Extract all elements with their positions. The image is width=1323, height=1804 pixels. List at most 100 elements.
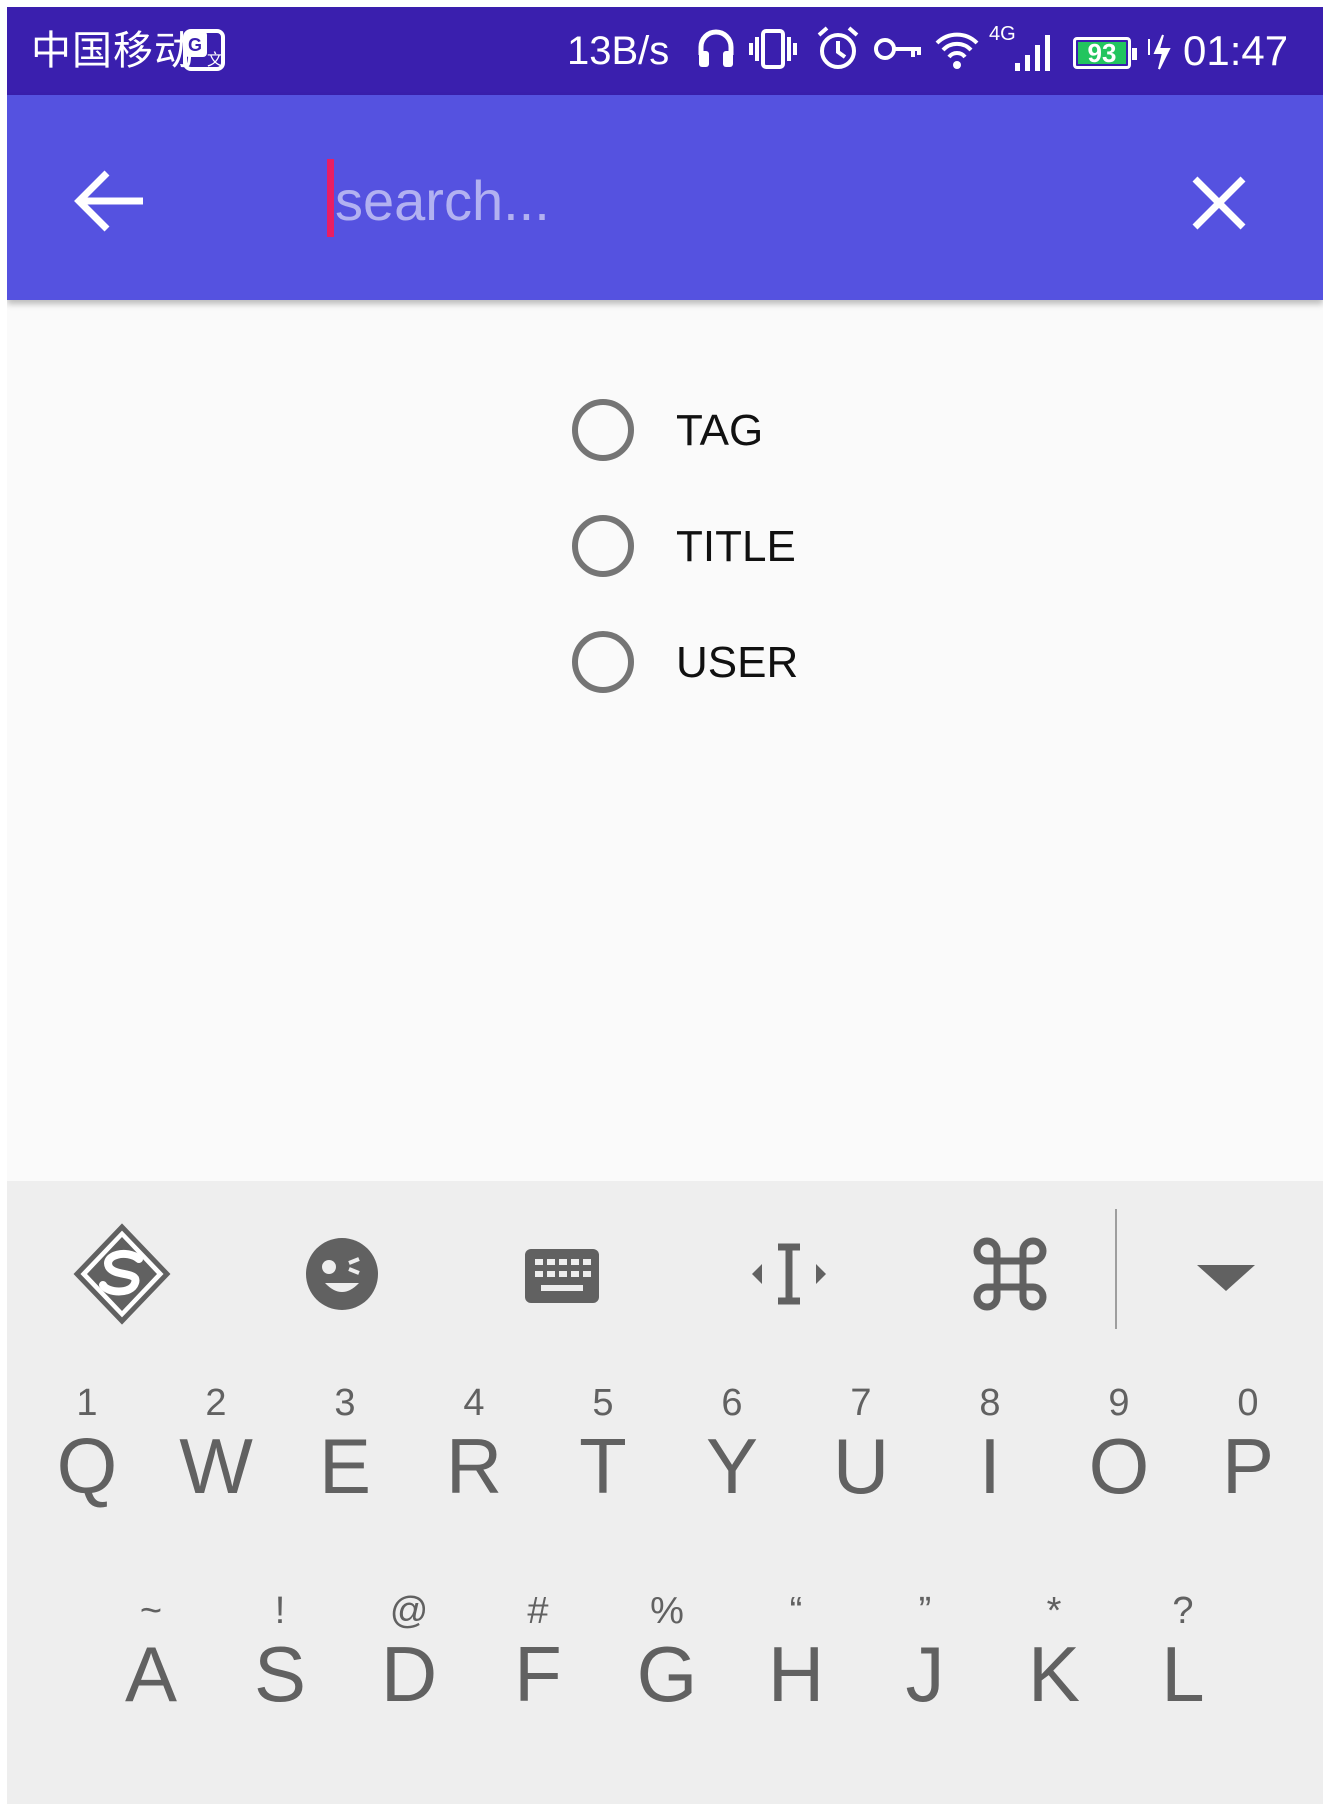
- key-l[interactable]: ? L: [1123, 1591, 1243, 1761]
- battery-icon: 93: [1073, 37, 1137, 69]
- cursor-move-button[interactable]: [734, 1219, 844, 1329]
- key-secondary-label: ~: [139, 1590, 163, 1632]
- key-o[interactable]: 9O: [1059, 1383, 1179, 1553]
- key-label: Q: [56, 1422, 118, 1510]
- charging-icon: [1145, 25, 1175, 78]
- key-w[interactable]: 2W: [156, 1383, 276, 1553]
- battery-level: 93: [1087, 38, 1117, 68]
- key-label: F: [514, 1630, 562, 1718]
- text-cursor: [327, 159, 334, 237]
- search-input[interactable]: [325, 155, 1155, 245]
- clear-search-button[interactable]: [1189, 173, 1249, 233]
- key-label: G: [636, 1630, 698, 1718]
- cursor-move-icon: [734, 1243, 844, 1333]
- key-secondary-label: 6: [721, 1382, 743, 1424]
- carrier-name: 中国移动: [31, 28, 195, 74]
- soft-keyboard: 1Q 2W 3E 4R 5T 6Y 7U 8I 9O 0P ~ A ! S @ D #…: [7, 1181, 1323, 1804]
- key-label: H: [767, 1630, 825, 1718]
- vibrate-icon: [749, 25, 799, 78]
- key-label: S: [253, 1630, 307, 1718]
- key-g[interactable]: % G: [607, 1591, 727, 1761]
- radio-option-tag[interactable]: TAG: [571, 393, 871, 473]
- key-label: L: [1161, 1630, 1205, 1718]
- key-q[interactable]: 1Q: [27, 1383, 147, 1553]
- key-secondary-label: %: [650, 1590, 684, 1632]
- collapse-keyboard-button[interactable]: [1171, 1219, 1281, 1329]
- search-toolbar: [7, 95, 1323, 300]
- translate-icon: G文: [183, 29, 225, 76]
- status-bar: 中国移动 G文 13B/s 4G 93 01:47: [7, 7, 1323, 95]
- key-f[interactable]: # F: [478, 1591, 598, 1761]
- key-p[interactable]: 0P: [1188, 1383, 1308, 1553]
- key-label: A: [124, 1630, 178, 1718]
- key-label: P: [1221, 1422, 1275, 1510]
- key-secondary-label: 7: [850, 1382, 872, 1424]
- command-button[interactable]: [955, 1219, 1065, 1329]
- key-secondary-label: 4: [463, 1382, 485, 1424]
- key-label: E: [318, 1422, 372, 1510]
- radio-button[interactable]: [572, 631, 634, 693]
- key-r[interactable]: 4R: [414, 1383, 534, 1553]
- alarm-icon: [815, 25, 861, 78]
- radio-label: USER: [676, 638, 799, 687]
- key-label: T: [579, 1422, 627, 1510]
- radio-option-title[interactable]: TITLE: [571, 509, 871, 589]
- key-secondary-label: 5: [592, 1382, 614, 1424]
- key-label: U: [832, 1422, 890, 1510]
- key-secondary-label: ”: [918, 1590, 932, 1632]
- key-label: K: [1027, 1630, 1081, 1718]
- network-type: 4G: [989, 23, 1016, 45]
- toolbar-divider: [1115, 1209, 1117, 1329]
- headphones-icon: [697, 25, 735, 78]
- network-speed: 13B/s: [567, 29, 670, 73]
- emoji-icon: [287, 1238, 397, 1333]
- key-k[interactable]: * K: [994, 1591, 1114, 1761]
- key-secondary-label: 8: [979, 1382, 1001, 1424]
- key-label: J: [905, 1630, 945, 1718]
- key-j[interactable]: ” J: [865, 1591, 985, 1761]
- radio-button[interactable]: [572, 515, 634, 577]
- arrow-back-icon: [69, 170, 149, 239]
- svg-text:G: G: [188, 35, 202, 55]
- svg-text:文: 文: [207, 51, 223, 69]
- key-u[interactable]: 7U: [801, 1383, 921, 1553]
- signal-icon: [1013, 25, 1059, 80]
- key-t[interactable]: 5T: [543, 1383, 663, 1553]
- sogou-logo-button[interactable]: [67, 1219, 177, 1329]
- key-label: D: [380, 1630, 438, 1718]
- radio-label: TITLE: [676, 522, 796, 571]
- key-secondary-label: 3: [334, 1382, 356, 1424]
- key-secondary-label: 9: [1108, 1382, 1130, 1424]
- key-s[interactable]: ! S: [220, 1591, 340, 1761]
- key-label: W: [179, 1422, 253, 1510]
- radio-button[interactable]: [572, 399, 634, 461]
- key-secondary-label: 0: [1237, 1382, 1259, 1424]
- key-secondary-label: 1: [76, 1382, 98, 1424]
- key-secondary-label: ?: [1172, 1590, 1194, 1632]
- key-y[interactable]: 6Y: [672, 1383, 792, 1553]
- key-h[interactable]: “H: [736, 1591, 856, 1761]
- key-secondary-label: “: [789, 1590, 803, 1632]
- key-secondary-label: 2: [205, 1382, 227, 1424]
- key-secondary-label: @: [389, 1590, 429, 1632]
- wifi-icon: [933, 25, 981, 78]
- keyboard-switch-button[interactable]: [507, 1219, 617, 1329]
- key-label: R: [445, 1422, 503, 1510]
- key-d[interactable]: @ D: [349, 1591, 469, 1761]
- key-secondary-label: !: [274, 1590, 286, 1632]
- key-i[interactable]: 8I: [930, 1383, 1050, 1553]
- vpn-key-icon: [873, 25, 923, 78]
- keyboard-icon: [507, 1249, 617, 1333]
- key-e[interactable]: 3E: [285, 1383, 405, 1553]
- key-secondary-label: *: [1046, 1590, 1062, 1632]
- app-screen: 中国移动 G文 13B/s 4G 93 01:47 search... TAG …: [7, 7, 1323, 1804]
- status-time: 01:47: [1183, 27, 1289, 74]
- radio-option-user[interactable]: USER: [571, 625, 871, 705]
- key-a[interactable]: ~ A: [91, 1591, 211, 1761]
- emoji-button[interactable]: [287, 1219, 397, 1329]
- key-secondary-label: #: [527, 1590, 549, 1632]
- back-button[interactable]: [69, 167, 149, 235]
- key-label: I: [979, 1422, 1001, 1510]
- chevron-down-icon: [1171, 1265, 1281, 1333]
- radio-label: TAG: [676, 406, 764, 455]
